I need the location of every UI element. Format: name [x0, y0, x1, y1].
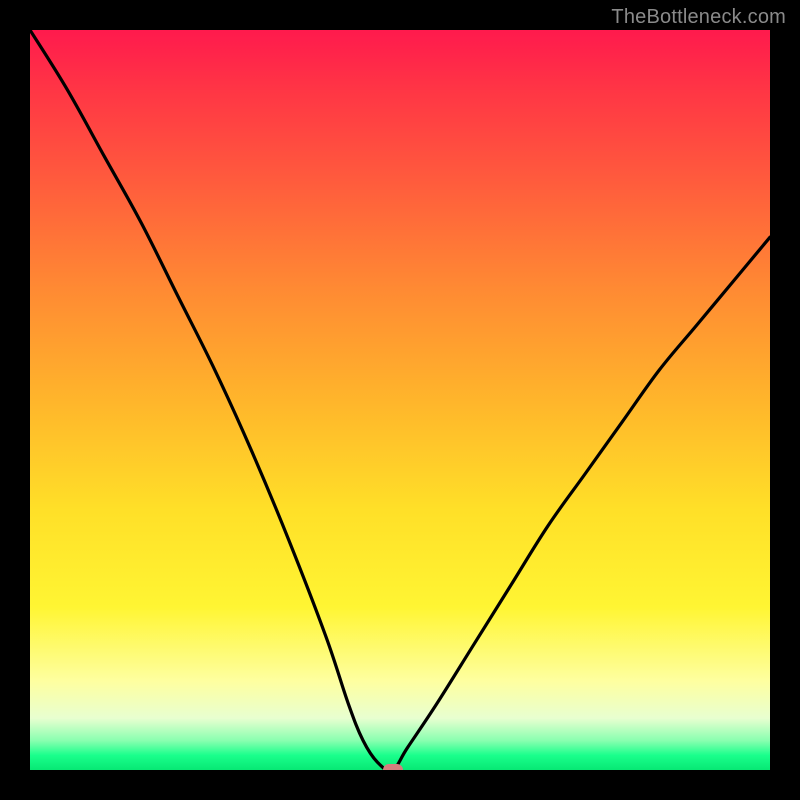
bottleneck-curve [30, 30, 770, 770]
optimal-point-marker [383, 764, 403, 770]
plot-area [30, 30, 770, 770]
watermark-text: TheBottleneck.com [611, 6, 786, 29]
chart-frame: TheBottleneck.com [0, 0, 800, 800]
